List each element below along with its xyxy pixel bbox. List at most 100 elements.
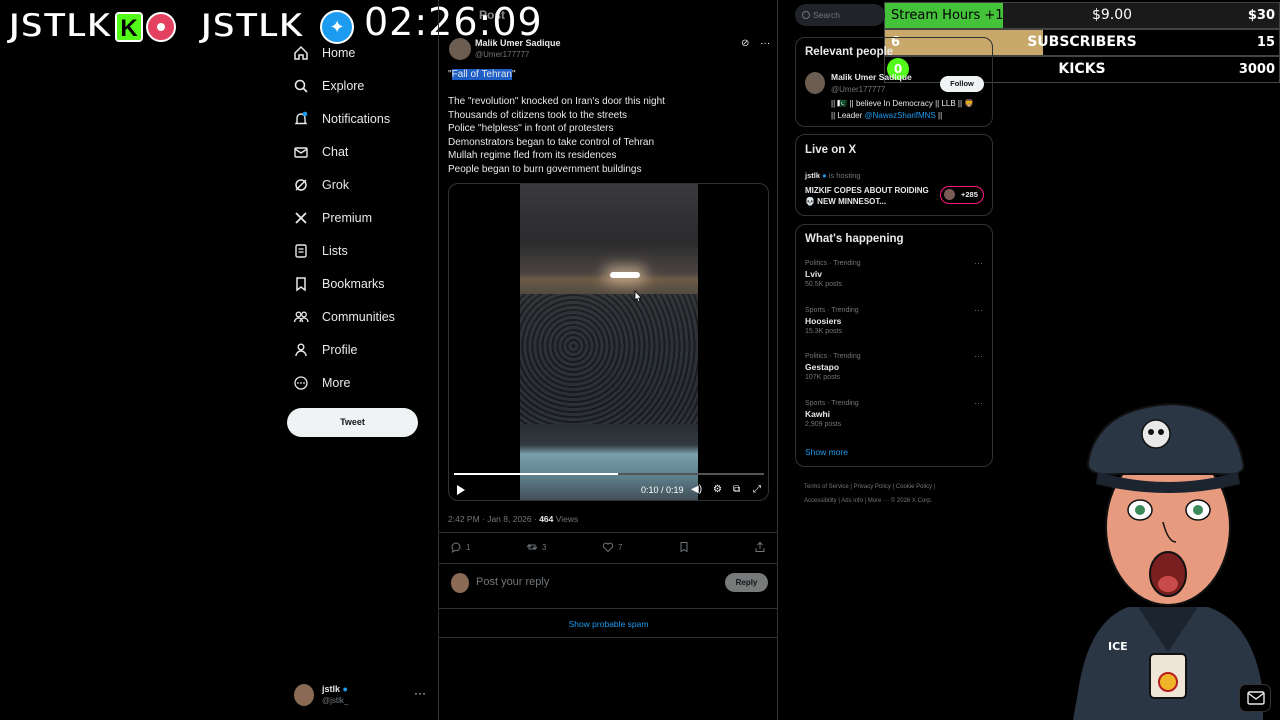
trend-more-icon[interactable]: ··· <box>974 398 983 408</box>
video-time: 0:10 / 0:19 <box>641 485 684 495</box>
post-line: People began to burn government building… <box>448 163 642 175</box>
author-handle[interactable]: @Umer177777 <box>475 50 529 59</box>
divider <box>439 608 778 609</box>
volume-icon[interactable]: ◀) <box>691 484 702 495</box>
footer-links[interactable]: Terms of Service | Privacy Policy | Cook… <box>804 480 994 494</box>
pip-icon[interactable]: ⧉ <box>733 484 740 495</box>
live-listener-count[interactable]: +285 <box>940 186 984 204</box>
more-circle-icon <box>293 375 309 391</box>
account-handle: @jstlk_ <box>322 696 349 705</box>
like-action[interactable]: 7 <box>602 541 622 553</box>
nav-item-more[interactable]: More <box>290 366 440 399</box>
search-input[interactable]: Search <box>795 4 885 26</box>
reply-icon <box>451 542 461 553</box>
nav-label-bookmarks: Bookmarks <box>322 276 385 291</box>
bookmark-action[interactable] <box>678 541 690 553</box>
follow-button[interactable]: Follow <box>940 76 984 92</box>
post-more-icon[interactable]: ··· <box>760 38 770 49</box>
trend-item[interactable]: Sports · Trending Kawhi 2,909 posts ··· <box>805 398 985 428</box>
stream-logo-left: JSTLK <box>7 5 113 47</box>
trend-item[interactable]: Politics · Trending Lviv 50.5K posts ··· <box>805 258 985 288</box>
kick-icon: K <box>115 12 143 42</box>
trend-item[interactable]: Politics · Trending Gestapo 107K posts ·… <box>805 351 985 381</box>
stream-hours-goal: Stream Hours +1 $9.00 $30 <box>884 2 1280 29</box>
account-more-icon[interactable]: ··· <box>414 686 426 700</box>
verified-icon: ● <box>342 684 348 694</box>
kicks-target: 3000 <box>1238 62 1275 77</box>
views-count: 464 <box>539 514 554 524</box>
bell-icon <box>293 111 309 127</box>
nav-item-premium[interactable]: Premium <box>290 201 440 234</box>
stream-logo-right: JSTLK <box>199 5 305 47</box>
nav-item-communities[interactable]: Communities <box>290 300 440 333</box>
nav-item-chat[interactable]: Chat <box>290 135 440 168</box>
post-toolbar: ⊘ ··· <box>741 38 770 49</box>
show-probable-spam-link[interactable]: Show probable spam <box>439 619 778 629</box>
post-timestamp[interactable]: 2:42 PM · Jan 8, 2026 · <box>448 514 539 524</box>
video-player[interactable]: 0:10 / 0:19 ◀) ⚙ ⧉ ⤢ <box>448 183 769 501</box>
svg-text:ICE: ICE <box>1108 640 1128 653</box>
play-icon[interactable] <box>457 485 465 495</box>
mail-icon <box>293 144 309 160</box>
tweet-button[interactable]: Tweet <box>287 408 418 437</box>
bookmark-icon <box>293 276 309 292</box>
author-avatar[interactable] <box>449 38 471 60</box>
relevant-people-title: Relevant people <box>805 46 894 58</box>
relevant-people-card: Relevant people Malik Umer Sadique @Umer… <box>795 37 993 127</box>
page-title: Post <box>479 8 506 22</box>
nav-item-notifications[interactable]: Notifications <box>290 102 440 135</box>
grok-icon[interactable]: ⊘ <box>741 38 749 49</box>
video-progress-fill <box>454 473 619 475</box>
search-icon <box>293 78 309 94</box>
nav-item-profile[interactable]: Profile <box>290 333 440 366</box>
home-icon <box>293 45 309 61</box>
subscribers-target: 15 <box>1256 35 1275 50</box>
nav-item-bookmarks[interactable]: Bookmarks <box>290 267 440 300</box>
grok-icon <box>293 177 309 193</box>
selected-text: Fall of Tehran <box>451 69 512 80</box>
nav-label-more: More <box>322 375 351 390</box>
relevant-person-bio: || 🇵🇰 || believe In Democracy || LLB || … <box>831 99 975 120</box>
post-line: Police "helpless" in front of protesters <box>448 123 614 134</box>
repost-action[interactable]: 3 <box>526 541 546 553</box>
messages-drawer-button[interactable] <box>1239 684 1271 712</box>
mail-icon <box>1247 691 1265 705</box>
settings-icon[interactable]: ⚙ <box>713 484 722 495</box>
nav-item-home[interactable]: Home <box>290 36 440 69</box>
nav-label-premium: Premium <box>322 210 373 225</box>
avatar[interactable] <box>805 72 825 94</box>
avatar <box>451 573 469 593</box>
trend-more-icon[interactable]: ··· <box>974 305 983 315</box>
relevant-person-name[interactable]: Malik Umer Sadique <box>831 72 912 82</box>
nav-item-explore[interactable]: Explore <box>290 69 440 102</box>
post-line: Demonstrators began to take control of T… <box>448 136 655 148</box>
nav-label-explore: Explore <box>322 78 365 93</box>
heart-icon <box>602 542 614 553</box>
nav-label-lists: Lists <box>322 243 348 258</box>
nav-label-grok: Grok <box>322 177 350 192</box>
whats-happening-title: What's happening <box>805 233 904 245</box>
trend-item[interactable]: Sports · Trending Hoosiers 15.3K posts ·… <box>805 305 985 335</box>
bio-mention-link[interactable]: @NawazSharifMNS <box>865 111 936 120</box>
post-text: "Fall of Tehran" The "revolution" knocke… <box>448 68 770 176</box>
fullscreen-icon[interactable]: ⤢ <box>753 484 761 495</box>
show-more-link[interactable]: Show more <box>805 447 848 457</box>
reply-action[interactable]: 1 <box>450 541 470 553</box>
trend-more-icon[interactable]: ··· <box>974 258 983 268</box>
live-host[interactable]: jstlk ● is hosting <box>805 171 860 180</box>
trend-more-icon[interactable]: ··· <box>974 351 983 361</box>
live-on-x-card: Live on X jstlk ● is hosting MIZKIF COPE… <box>795 134 993 216</box>
video-frame[interactable] <box>520 184 698 500</box>
share-action[interactable] <box>754 541 766 553</box>
relevant-person-handle[interactable]: @Umer177777 <box>831 85 885 94</box>
nav-item-grok[interactable]: Grok <box>290 168 440 201</box>
author-name[interactable]: Malik Umer Sadique <box>475 38 561 48</box>
account-switcher[interactable]: jstlk ● @jstlk_ ··· <box>294 682 434 712</box>
reply-input[interactable]: Post your reply <box>476 576 549 588</box>
reply-button[interactable]: Reply <box>725 573 768 592</box>
video-progress-bar[interactable] <box>454 473 764 475</box>
nav-item-lists[interactable]: Lists <box>290 234 440 267</box>
footer-links[interactable]: Accessibility | Ads info | More ··· © 20… <box>804 494 994 508</box>
live-stream-title[interactable]: MIZKIF COPES ABOUT ROIDING 💀 NEW MINNESO… <box>805 185 935 207</box>
primary-nav: Home Explore Notifications Chat Grok Pre… <box>290 36 440 399</box>
